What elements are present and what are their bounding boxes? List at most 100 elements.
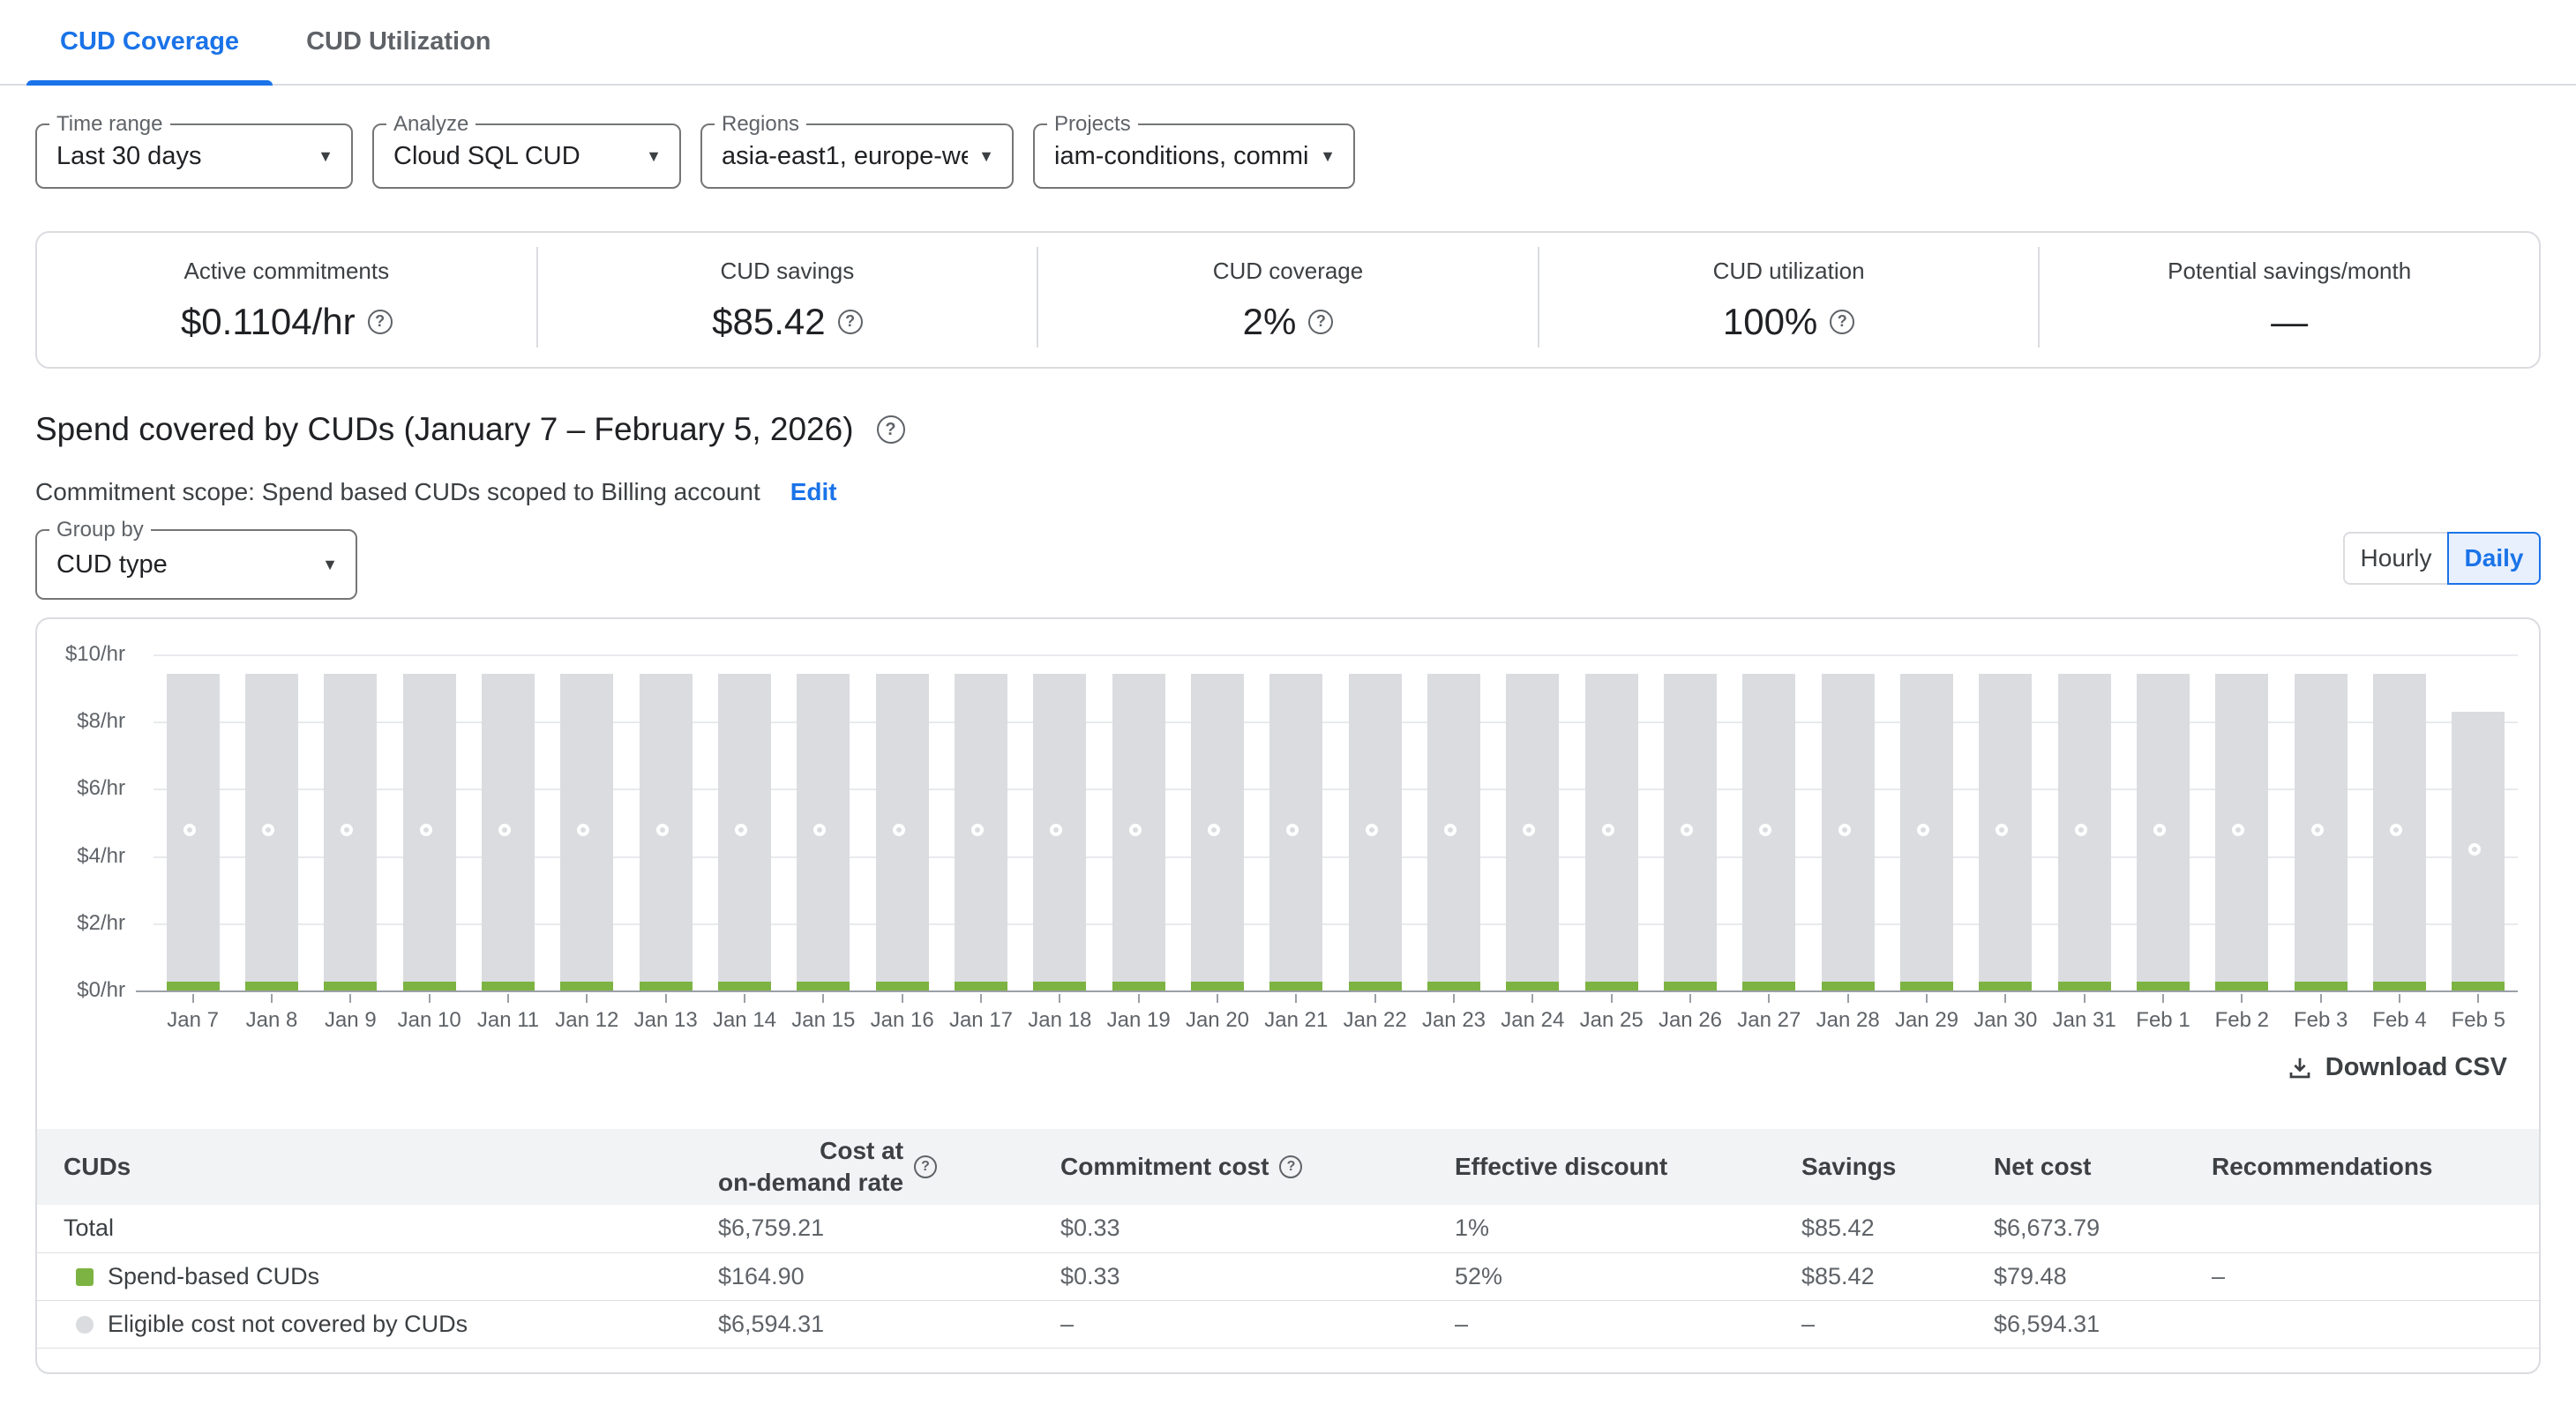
analyze-select[interactable]: Analyze Cloud SQL CUD ▼	[372, 123, 681, 189]
chart-bar[interactable]	[1585, 674, 1638, 990]
time-range-label: Time range	[49, 112, 170, 137]
bar-midpoint-marker	[577, 824, 589, 836]
chart-bar[interactable]	[1979, 674, 2032, 990]
legend-square-icon	[76, 1268, 94, 1286]
x-axis-label: Jan 28	[1808, 1008, 1887, 1033]
regions-select[interactable]: Regions asia-east1, europe-west… ▼	[700, 123, 1014, 189]
chart-bar[interactable]	[1112, 674, 1165, 990]
help-icon[interactable]: ?	[877, 415, 905, 444]
table-cell-label: Eligible cost not covered by CUDs	[37, 1300, 718, 1348]
chart-bar[interactable]	[1664, 674, 1717, 990]
chart-bar[interactable]	[1269, 674, 1322, 990]
help-icon[interactable]: ?	[914, 1155, 937, 1178]
x-axis-label: Feb 5	[2439, 1008, 2518, 1033]
download-csv-button[interactable]: Download CSV	[2287, 1053, 2507, 1082]
table-cell-commitment: –	[1060, 1300, 1455, 1348]
dropdown-arrow-icon[interactable]: ▼	[318, 147, 333, 166]
x-axis-tick	[1847, 994, 1849, 1003]
chart-bar[interactable]	[2058, 674, 2111, 990]
chart-bar[interactable]	[876, 674, 929, 990]
x-axis-label: Jan 22	[1336, 1008, 1414, 1033]
table-cell-net: $6,594.31	[1994, 1300, 2212, 1348]
table-cell-discount: –	[1455, 1300, 1801, 1348]
bar-covered-segment	[1900, 982, 1953, 990]
chart-bar[interactable]	[1822, 674, 1875, 990]
chart-bar[interactable]	[2373, 674, 2426, 990]
chart-bar[interactable]	[640, 674, 693, 990]
bar-covered-segment	[876, 982, 929, 990]
chart-bar[interactable]	[797, 674, 850, 990]
help-icon[interactable]: ?	[1830, 310, 1854, 334]
chart-bar[interactable]	[560, 674, 613, 990]
x-axis-tick	[2241, 994, 2243, 1003]
chart-bar[interactable]	[1427, 674, 1480, 990]
chart-bar[interactable]	[403, 674, 456, 990]
metric-cud-coverage: CUD coverage2%?	[1038, 233, 1538, 367]
chart-bar[interactable]	[2295, 674, 2348, 990]
chart-bar[interactable]	[2137, 674, 2190, 990]
x-axis-tick	[980, 994, 982, 1003]
x-axis-label: Jan 27	[1730, 1008, 1808, 1033]
x-axis-tick	[271, 994, 273, 1003]
hourly-button[interactable]: Hourly	[2343, 532, 2447, 585]
x-axis-label: Jan 31	[2045, 1008, 2123, 1033]
chart-bar[interactable]	[324, 674, 377, 990]
chart-bar[interactable]	[1742, 674, 1795, 990]
chart-plot: $0/hr$2/hr$4/hr$6/hr$8/hr$10/hrJan 7Jan …	[154, 656, 2518, 992]
time-range-select[interactable]: Time range Last 30 days ▼	[35, 123, 353, 189]
chart-bar[interactable]	[955, 674, 1007, 990]
dropdown-arrow-icon[interactable]: ▼	[646, 147, 662, 166]
daily-button[interactable]: Daily	[2447, 532, 2541, 585]
row-label: Eligible cost not covered by CUDs	[108, 1311, 468, 1337]
chart-bar[interactable]	[718, 674, 771, 990]
bar-covered-segment	[167, 982, 220, 990]
x-axis-label: Jan 9	[311, 1008, 390, 1033]
tab-cud-utilization[interactable]: CUD Utilization	[273, 0, 524, 84]
help-icon[interactable]: ?	[1308, 310, 1333, 334]
x-axis-label: Jan 13	[626, 1008, 705, 1033]
metric-active-commitments: Active commitments$0.1104/hr?	[37, 233, 536, 367]
bar-covered-segment	[1506, 982, 1559, 990]
chart-bar[interactable]	[245, 674, 298, 990]
x-axis-line	[136, 990, 2518, 992]
help-icon[interactable]: ?	[368, 310, 393, 334]
chart-bar[interactable]	[1191, 674, 1244, 990]
table-cell-cost: $6,594.31	[718, 1300, 1060, 1348]
table-cell-recommendation	[2212, 1300, 2539, 1348]
x-axis-label: Jan 26	[1651, 1008, 1729, 1033]
cud-table: CUDs Cost at on-demand rate ? Commitment…	[37, 1129, 2539, 1349]
edit-scope-link[interactable]: Edit	[790, 478, 837, 505]
group-by-select[interactable]: Group by CUD type ▼	[35, 529, 357, 600]
y-axis-label: $10/hr	[37, 642, 125, 667]
bar-covered-segment	[1033, 982, 1086, 990]
chart-bar[interactable]	[1506, 674, 1559, 990]
table-cell-savings: –	[1801, 1300, 1994, 1348]
x-axis-tick	[2084, 994, 2086, 1003]
chart-bar[interactable]	[1900, 674, 1953, 990]
row-label: Total	[64, 1214, 114, 1241]
help-icon[interactable]: ?	[838, 310, 863, 334]
bar-midpoint-marker	[2153, 824, 2166, 836]
regions-label: Regions	[715, 112, 806, 137]
help-icon[interactable]: ?	[1279, 1155, 1302, 1178]
gridline	[154, 654, 2518, 656]
chart-bar[interactable]	[2215, 674, 2268, 990]
projects-select[interactable]: Projects iam-conditions, commit… ▼	[1033, 123, 1355, 189]
dropdown-arrow-icon[interactable]: ▼	[322, 556, 338, 574]
y-axis-label: $0/hr	[37, 978, 125, 1003]
chart-bar[interactable]	[167, 674, 220, 990]
dropdown-arrow-icon[interactable]: ▼	[1320, 147, 1336, 166]
cud-analysis-page: CUD Coverage CUD Utilization Time range …	[0, 0, 2576, 1420]
chart-bar[interactable]	[2452, 712, 2505, 990]
bar-midpoint-marker	[813, 824, 826, 836]
table-cell-net: $6,673.79	[1994, 1205, 2212, 1252]
chart-bar[interactable]	[482, 674, 535, 990]
table-cell-net: $79.48	[1994, 1252, 2212, 1300]
dropdown-arrow-icon[interactable]: ▼	[978, 147, 994, 166]
chart-bar[interactable]	[1349, 674, 1402, 990]
table-cell-cost: $6,759.21	[718, 1205, 1060, 1252]
chart-bar[interactable]	[1033, 674, 1086, 990]
row-label: Spend-based CUDs	[108, 1263, 319, 1289]
group-by-row: Group by CUD type ▼	[35, 529, 357, 600]
tab-cud-coverage[interactable]: CUD Coverage	[26, 0, 273, 84]
